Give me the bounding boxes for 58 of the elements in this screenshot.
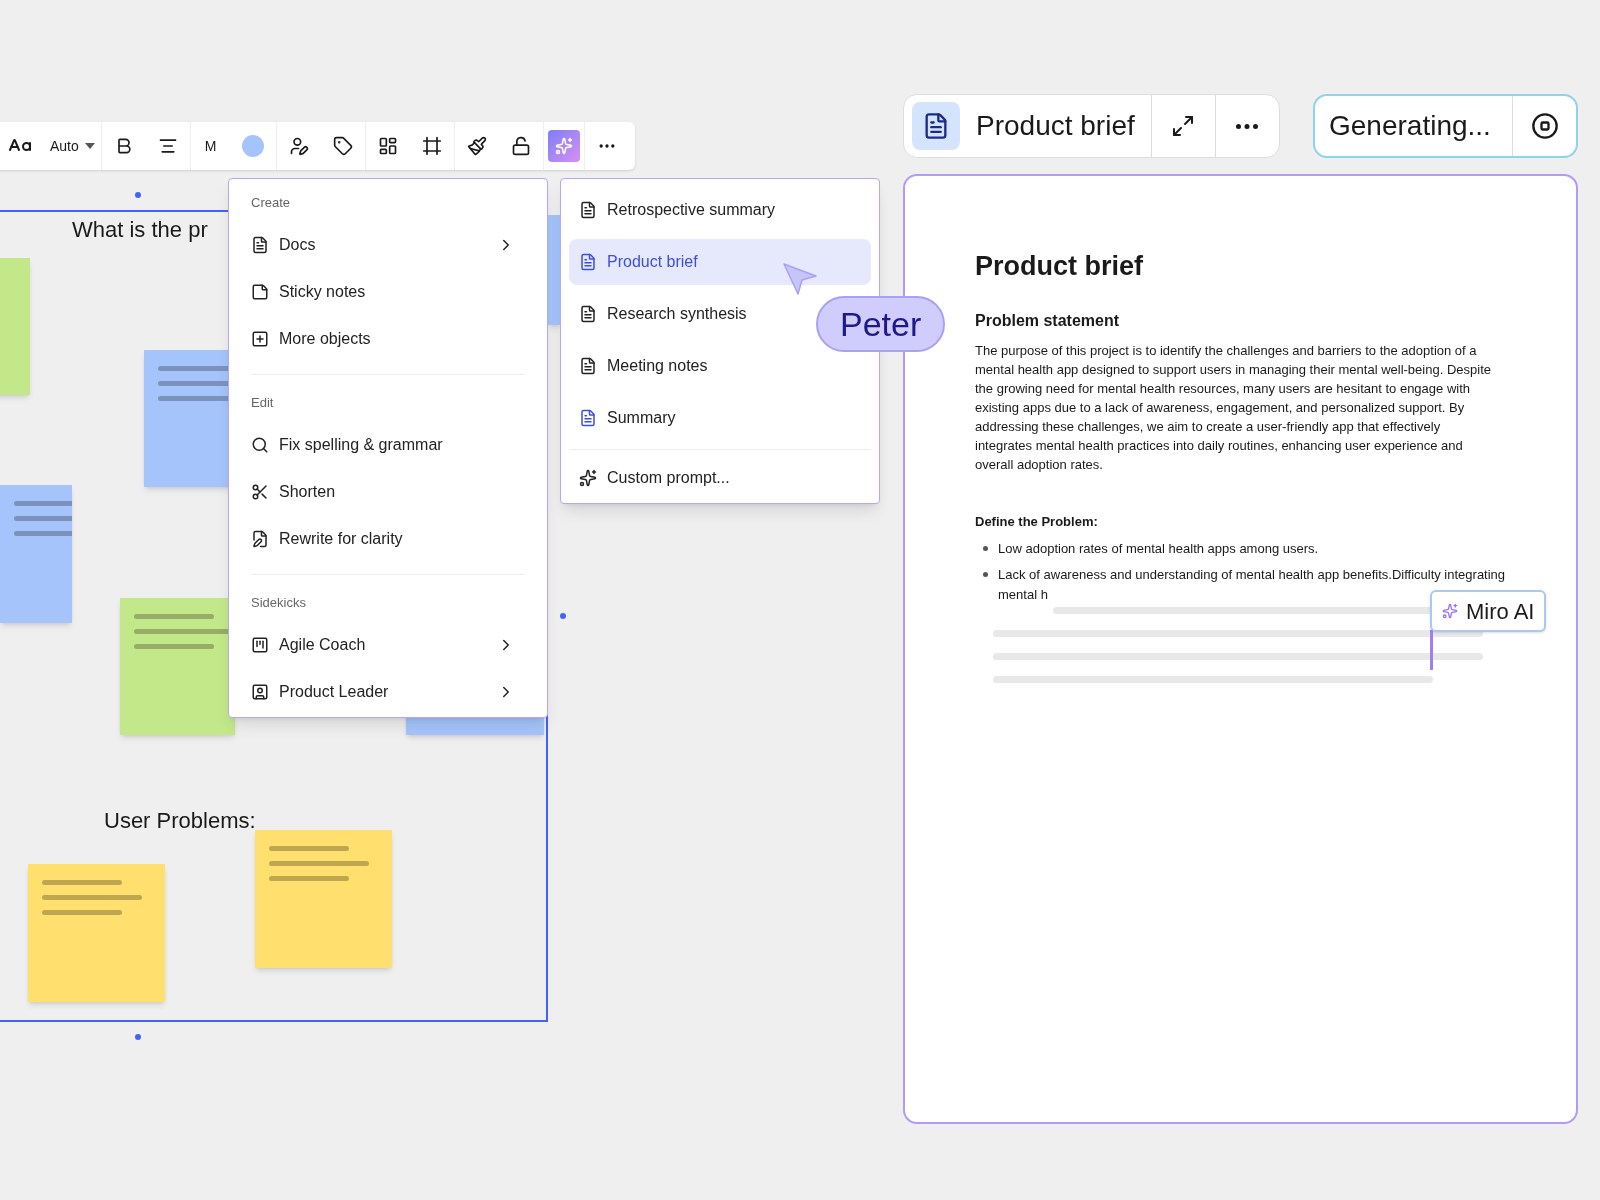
board-icon	[251, 635, 269, 654]
document-icon	[579, 409, 597, 427]
ai-caret	[1430, 630, 1433, 670]
frame-handle[interactable]	[135, 192, 141, 198]
paragraph: The purpose of this project is to identify the challenges and barriers to the adoption of a mental health app designed to support users in managing their mental well-being. Despite the growing need for mental health resources, many users are hesitant to engage with existing apps due to a lack of awareness, engagement, and personalized support. By addressing these challenges, we aim to create a user-friendly app that effectively integrates mental health practices into daily routines, enhancing user experience and overall adoption rates.	[975, 341, 1492, 474]
caret-icon	[84, 143, 95, 149]
document-icon	[579, 253, 597, 271]
sparkle-icon	[555, 137, 574, 155]
frame-handle[interactable]	[560, 613, 566, 619]
scissors-icon	[251, 482, 269, 501]
stop-icon	[1530, 112, 1559, 140]
sparkle-icon	[1442, 603, 1458, 619]
ai-tag: Miro AI	[1430, 590, 1547, 632]
submenu-item[interactable]: Retrospective summary	[569, 187, 871, 233]
menu-item[interactable]: Agile Coach	[251, 621, 525, 668]
document-icon	[912, 102, 960, 150]
person-card-icon	[251, 682, 269, 701]
section-heading: Problem statement	[975, 310, 1121, 331]
menu-section-title: Sidekicks	[251, 594, 307, 612]
cursor-name-tooltip: Peter	[816, 296, 946, 352]
add-square-icon	[251, 329, 269, 348]
menu-item[interactable]: More objects	[251, 315, 525, 362]
menu-item[interactable]: Sticky notes	[251, 268, 525, 315]
sticky-note-icon	[251, 282, 269, 301]
menu-item[interactable]: Shorten	[251, 468, 525, 515]
edit-icon	[251, 529, 269, 548]
submenu-item[interactable]: Custom prompt...	[569, 456, 871, 500]
font-size-dropdown[interactable]: Auto	[44, 122, 102, 170]
section-title: User Problems:	[104, 807, 256, 835]
document-icon	[579, 201, 597, 219]
status-label: Generating...	[1328, 109, 1492, 143]
search-icon	[251, 435, 269, 454]
document-icon	[579, 357, 597, 375]
list-item: Low adoption rates of mental health apps among users.	[998, 540, 1320, 558]
frame-handle[interactable]	[135, 1034, 141, 1040]
menu-section-title: Edit	[251, 394, 275, 412]
submenu-item[interactable]: Summary	[569, 395, 871, 441]
document-icon	[251, 235, 269, 254]
expand-icon	[1171, 114, 1196, 138]
menu-item[interactable]: Docs	[251, 221, 525, 268]
bullet-icon	[983, 546, 988, 551]
menu-section-title: Create	[251, 194, 292, 212]
frame-title: What is the pr	[72, 216, 208, 244]
bullet-icon	[983, 572, 988, 577]
doc-title: Product brief	[975, 109, 1136, 143]
submenu-item[interactable]: Product brief	[569, 239, 871, 285]
sparkle-icon	[579, 469, 597, 487]
doc-heading: Product brief	[975, 250, 1144, 283]
more-icon	[1236, 123, 1259, 129]
section-heading: Define the Problem:	[975, 512, 1099, 531]
document-icon	[579, 305, 597, 323]
sticky-note[interactable]	[120, 598, 235, 735]
size-button[interactable]: M	[190, 122, 231, 170]
ai-button[interactable]	[548, 130, 581, 162]
menu-item[interactable]: Product Leader	[251, 668, 525, 715]
menu-item[interactable]: Fix spelling & grammar	[251, 421, 525, 468]
menu-item[interactable]: Rewrite for clarity	[251, 515, 525, 562]
cursor-arrow-icon	[782, 262, 818, 298]
